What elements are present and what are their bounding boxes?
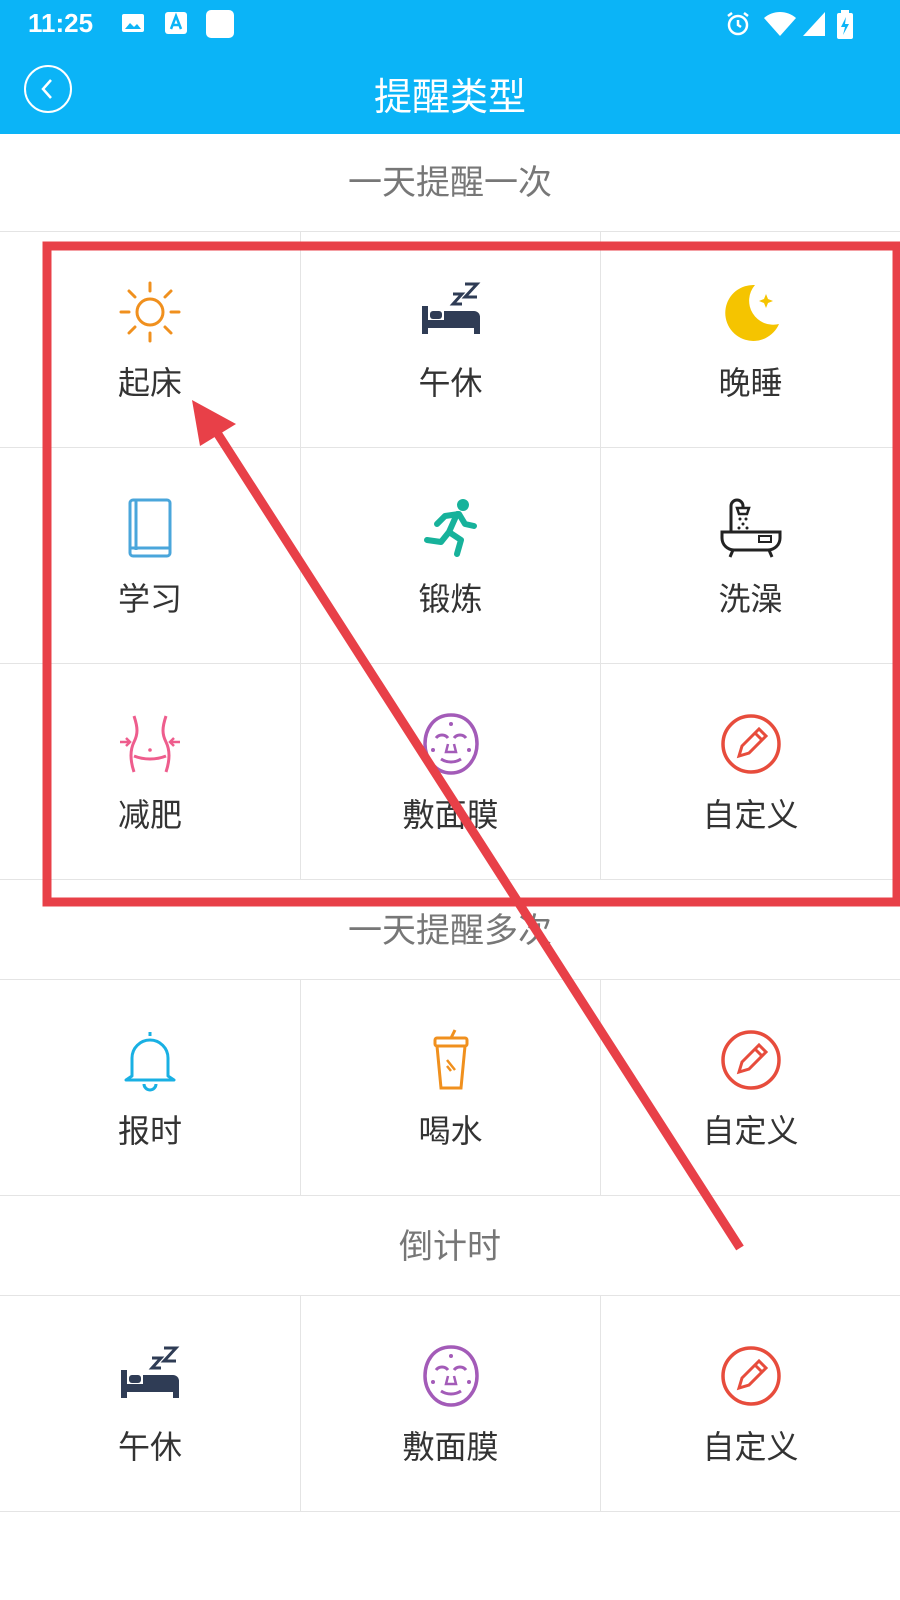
reminder-nap[interactable]: 午休	[300, 232, 600, 447]
font-notification-icon	[163, 10, 189, 40]
reminder-label: 锻炼	[418, 580, 483, 618]
section-header-once: 一天提醒一次	[0, 134, 900, 232]
wifi-icon	[763, 10, 797, 42]
section-header-countdown: 倒计时	[0, 1198, 900, 1296]
bed-sleep-icon	[422, 282, 481, 334]
reminder-custom[interactable]: 自定义	[600, 980, 900, 1195]
signal-icon	[801, 10, 827, 42]
reminder-wake-up[interactable]: 起床	[0, 232, 300, 447]
grid-row: 减肥 敷面膜 自定义	[0, 664, 900, 880]
reminder-face-mask[interactable]: 敷面膜	[300, 664, 600, 879]
reminder-label: 学习	[117, 580, 182, 618]
waist-icon	[120, 715, 180, 773]
image-notification-icon	[120, 10, 146, 40]
battery-icon	[836, 10, 854, 44]
reminder-label: 喝水	[418, 1112, 483, 1150]
bathtub-icon	[720, 498, 782, 558]
countdown-face-mask[interactable]: 敷面膜	[300, 1296, 600, 1511]
pencil-icon	[721, 1030, 781, 1090]
sun-icon	[119, 281, 181, 343]
grid-row: 学习 锻炼 洗澡	[0, 448, 900, 664]
grid-row: 报时 喝水 自定义	[0, 980, 900, 1196]
reminder-label: 起床	[117, 364, 182, 402]
reminder-bath[interactable]: 洗澡	[600, 448, 900, 663]
reminder-label: 敷面膜	[402, 1428, 499, 1466]
reminder-label: 减肥	[117, 796, 182, 834]
bed-sleep-icon	[121, 1346, 180, 1398]
reminder-sleep-late[interactable]: 晚睡	[600, 232, 900, 447]
countdown-nap[interactable]: 午休	[0, 1296, 300, 1511]
reminder-label: 敷面膜	[402, 796, 499, 834]
reminder-label: 晚睡	[718, 364, 783, 402]
pencil-icon	[721, 714, 781, 774]
title-bar: 提醒类型	[0, 48, 900, 134]
status-bar: 11:25	[0, 0, 900, 48]
moon-icon	[725, 284, 779, 341]
reminder-label: 洗澡	[718, 580, 783, 618]
app-notification-icon	[205, 10, 235, 44]
grid-row: 午休 敷面膜 自定义	[0, 1296, 900, 1512]
reminder-hourly-chime[interactable]: 报时	[0, 980, 300, 1195]
reminder-exercise[interactable]: 锻炼	[300, 448, 600, 663]
status-time: 11:25	[28, 8, 94, 38]
reminder-lose-weight[interactable]: 减肥	[0, 664, 300, 879]
bell-icon	[124, 1032, 176, 1092]
reminder-label: 自定义	[702, 796, 799, 834]
reminder-custom[interactable]: 自定义	[600, 664, 900, 879]
page-title: 提醒类型	[373, 75, 526, 119]
countdown-custom[interactable]: 自定义	[600, 1296, 900, 1511]
face-mask-icon	[423, 1345, 479, 1407]
section-header-multiple: 一天提醒多次	[0, 882, 900, 980]
alarm-icon	[724, 10, 752, 42]
reminder-label: 午休	[117, 1428, 182, 1466]
reminder-study[interactable]: 学习	[0, 448, 300, 663]
reminder-drink-water[interactable]: 喝水	[300, 980, 600, 1195]
cup-icon	[433, 1029, 469, 1090]
reminder-label: 自定义	[702, 1428, 799, 1466]
reminder-label: 自定义	[702, 1112, 799, 1150]
book-icon	[128, 498, 172, 558]
pencil-icon	[721, 1346, 781, 1406]
reminder-label: 午休	[418, 364, 483, 402]
running-icon	[424, 499, 477, 557]
reminder-label: 报时	[117, 1112, 182, 1150]
grid-row: 起床 午休 晚睡	[0, 232, 900, 448]
face-mask-icon	[423, 713, 479, 775]
